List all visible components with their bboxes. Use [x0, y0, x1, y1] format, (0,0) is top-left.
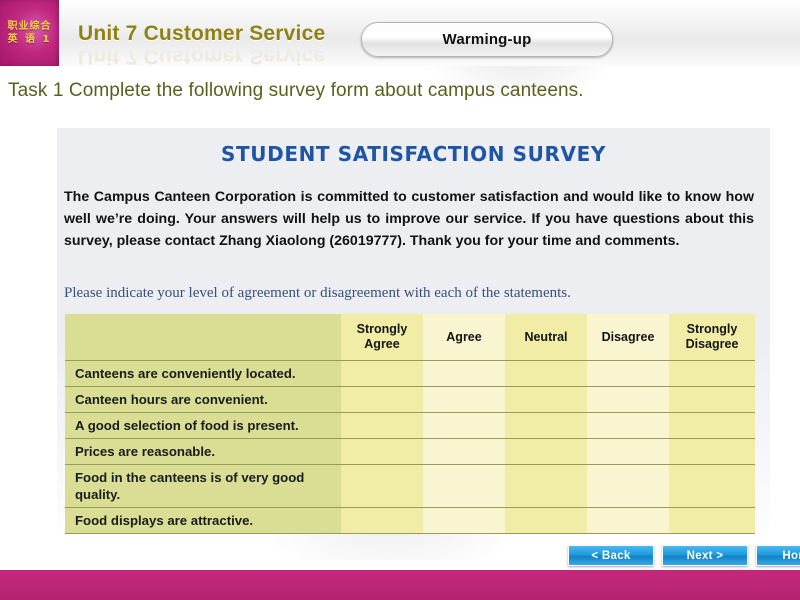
section-button-warming-up[interactable]: Warming-up — [361, 22, 613, 57]
table-row: Food in the canteens is of very good qua… — [65, 464, 755, 508]
row-label: Prices are reasonable. — [65, 438, 341, 465]
section-button-label: Warming-up — [442, 31, 532, 48]
table-header-strongly-agree: Strongly Agree — [341, 314, 423, 361]
row-label: Canteens are conveniently located. — [65, 360, 341, 387]
logo-line-2: 英 语 1 — [7, 34, 52, 45]
answer-cell-strongly-disagree[interactable] — [669, 412, 755, 439]
table-header-strongly-disagree: Strongly Disagree — [669, 314, 755, 361]
answer-cell-strongly-agree[interactable] — [341, 464, 423, 508]
row-label: Food in the canteens is of very good qua… — [65, 464, 341, 508]
footer-bar — [0, 570, 800, 600]
row-label: A good selection of food is present. — [65, 412, 341, 439]
answer-cell-neutral[interactable] — [505, 507, 587, 534]
table-header-disagree: Disagree — [587, 314, 669, 361]
answer-cell-disagree[interactable] — [587, 464, 669, 508]
row-label: Canteen hours are convenient. — [65, 386, 341, 413]
answer-cell-neutral[interactable] — [505, 386, 587, 413]
answer-cell-agree[interactable] — [423, 386, 505, 413]
slide: 职业综合 英 语 1 Unit 7 Customer Service Unit … — [0, 0, 800, 600]
answer-cell-agree[interactable] — [423, 438, 505, 465]
answer-cell-neutral[interactable] — [505, 464, 587, 508]
answer-cell-neutral[interactable] — [505, 412, 587, 439]
answer-cell-strongly-disagree[interactable] — [669, 360, 755, 387]
table-header-row: Strongly Agree Agree Neutral Disagree St… — [65, 314, 755, 361]
task-instruction: Task 1 Complete the following survey for… — [8, 80, 584, 101]
answer-cell-agree[interactable] — [423, 507, 505, 534]
answer-cell-disagree[interactable] — [587, 360, 669, 387]
answer-cell-strongly-agree[interactable] — [341, 438, 423, 465]
course-logo: 职业综合 英 语 1 — [0, 0, 59, 66]
survey-panel: STUDENT SATISFACTION SURVEY The Campus C… — [57, 128, 770, 534]
answer-cell-strongly-disagree[interactable] — [669, 507, 755, 534]
answer-cell-agree[interactable] — [423, 360, 505, 387]
answer-cell-neutral[interactable] — [505, 360, 587, 387]
satisfaction-table: Strongly Agree Agree Neutral Disagree St… — [65, 314, 755, 534]
table-header: Strongly Agree Agree Neutral Disagree St… — [65, 314, 755, 361]
answer-cell-strongly-disagree[interactable] — [669, 464, 755, 508]
table-header-agree: Agree — [423, 314, 505, 361]
home-button[interactable]: Home — [756, 545, 800, 566]
table-row: Prices are reasonable. — [65, 438, 755, 465]
unit-title-reflection: Unit 7 Customer Service — [78, 45, 326, 68]
table-row: Canteen hours are convenient. — [65, 386, 755, 413]
answer-cell-disagree[interactable] — [587, 412, 669, 439]
table-body: Canteens are conveniently located. Cante… — [65, 360, 755, 534]
back-button[interactable]: < Back — [568, 545, 654, 566]
answer-cell-disagree[interactable] — [587, 507, 669, 534]
table-header-neutral: Neutral — [505, 314, 587, 361]
row-label: Food displays are attractive. — [65, 507, 341, 534]
answer-cell-strongly-disagree[interactable] — [669, 438, 755, 465]
answer-cell-strongly-disagree[interactable] — [669, 386, 755, 413]
logo-line-1: 职业综合 — [7, 21, 52, 32]
answer-cell-disagree[interactable] — [587, 386, 669, 413]
answer-cell-agree[interactable] — [423, 464, 505, 508]
answer-cell-disagree[interactable] — [587, 438, 669, 465]
slide-header: 职业综合 英 语 1 Unit 7 Customer Service Unit … — [0, 0, 800, 68]
survey-intro-paragraph: The Campus Canteen Corporation is commit… — [64, 189, 754, 249]
answer-cell-strongly-agree[interactable] — [341, 386, 423, 413]
unit-title: Unit 7 Customer Service — [78, 22, 326, 45]
table-header-statement — [65, 314, 341, 361]
next-button[interactable]: Next > — [662, 545, 748, 566]
table-row: Canteens are conveniently located. — [65, 360, 755, 387]
survey-title: STUDENT SATISFACTION SURVEY — [221, 142, 606, 166]
table-row: Food displays are attractive. — [65, 507, 755, 534]
survey-instruction-note: Please indicate your level of agreement … — [64, 285, 571, 301]
answer-cell-strongly-agree[interactable] — [341, 412, 423, 439]
navigation-bar: < Back Next > Home — [568, 545, 800, 566]
answer-cell-strongly-agree[interactable] — [341, 507, 423, 534]
answer-cell-agree[interactable] — [423, 412, 505, 439]
table-row: A good selection of food is present. — [65, 412, 755, 439]
answer-cell-strongly-agree[interactable] — [341, 360, 423, 387]
answer-cell-neutral[interactable] — [505, 438, 587, 465]
